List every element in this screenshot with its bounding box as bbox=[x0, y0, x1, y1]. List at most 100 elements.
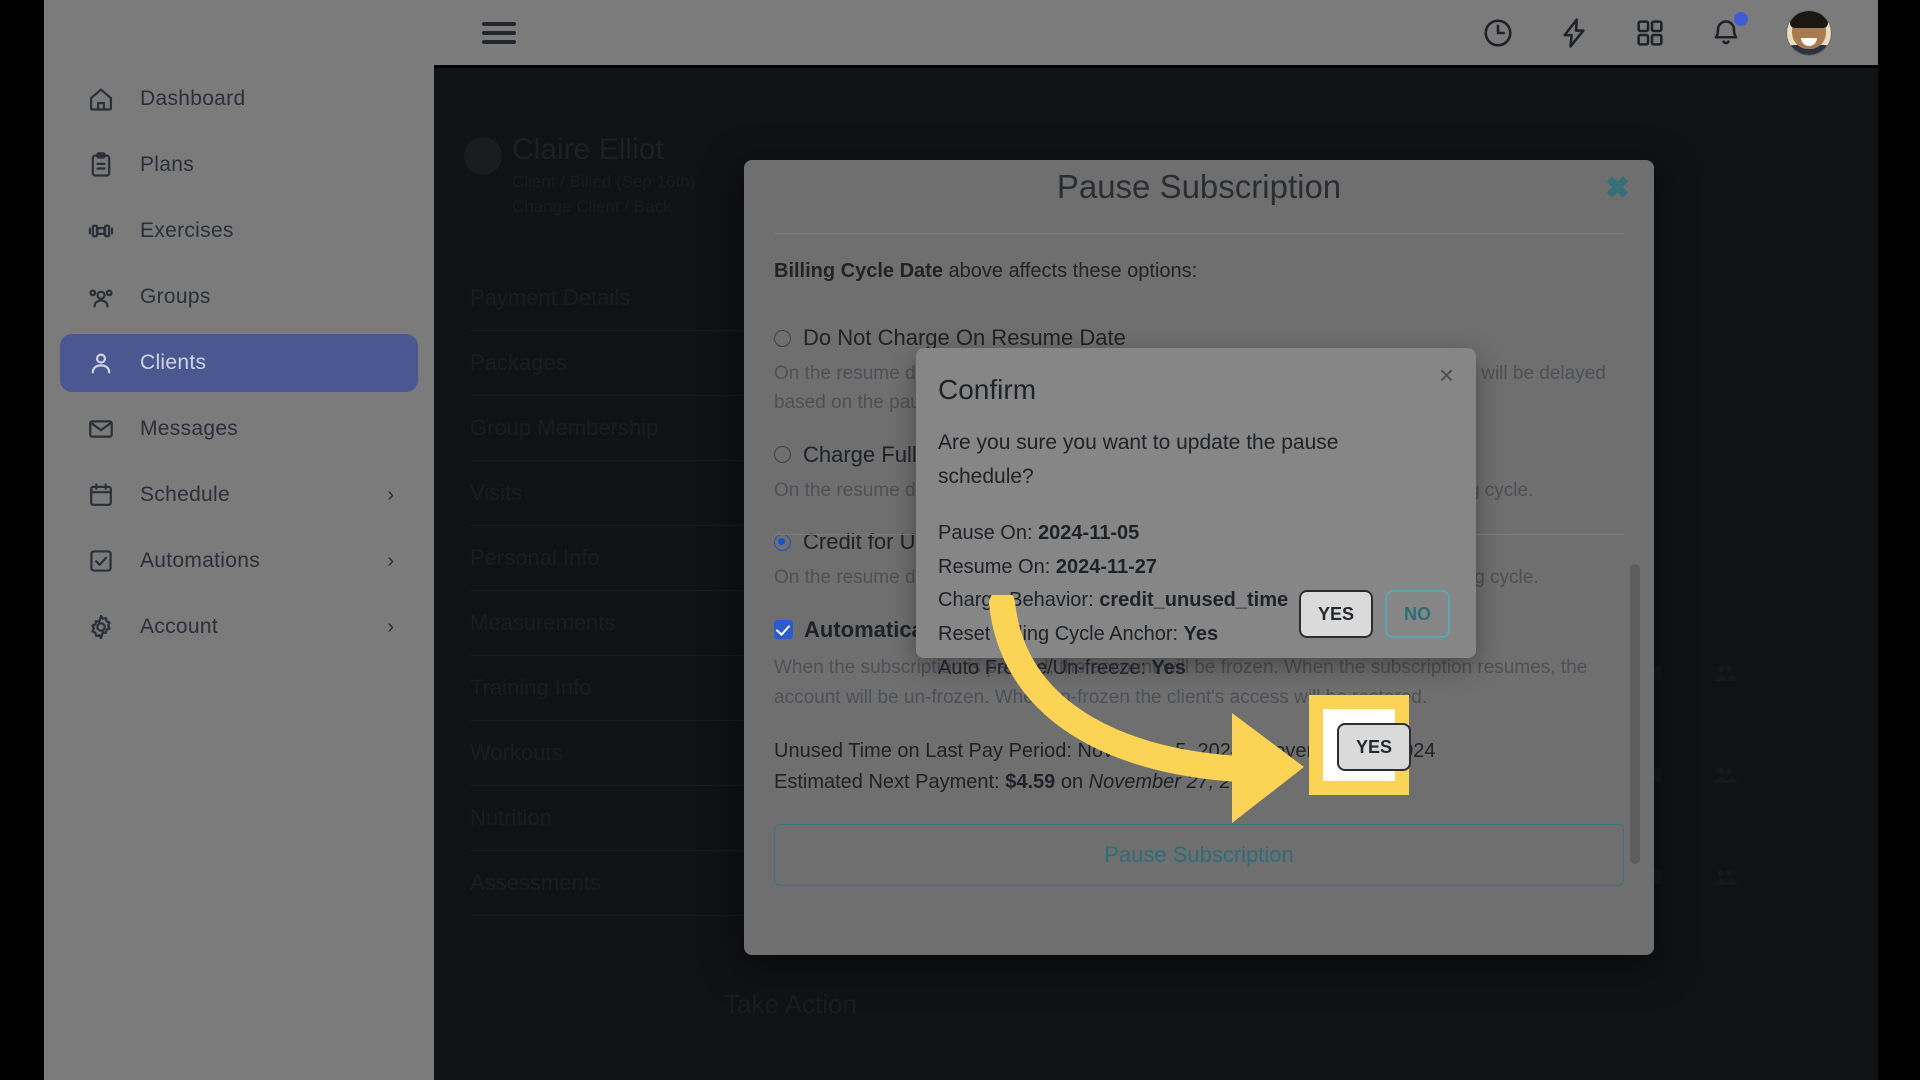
checkbox-icon bbox=[84, 544, 118, 578]
subnav-item[interactable]: Training Info bbox=[470, 656, 770, 721]
no-button[interactable]: NO bbox=[1385, 590, 1450, 638]
hamburger-icon[interactable] bbox=[482, 17, 516, 49]
clipped-text-line bbox=[774, 234, 1624, 250]
sidebar-item-exercises[interactable]: Exercises bbox=[60, 202, 418, 260]
people-icon bbox=[84, 280, 118, 314]
confirm-detail-label: Charge Behavior: bbox=[938, 589, 1100, 612]
confirm-detail-value: 2024-11-05 bbox=[1038, 522, 1140, 545]
sidebar-item-label: Schedule bbox=[140, 483, 230, 506]
hamburger-bar bbox=[482, 39, 516, 44]
confirm-question: Are you sure you want to update the paus… bbox=[938, 431, 1339, 488]
sidebar-item-schedule[interactable]: Schedule › bbox=[60, 466, 418, 524]
client-name: Claire Elliot bbox=[512, 133, 664, 166]
unused-time-line: Unused Time on Last Pay Period: November… bbox=[774, 739, 1436, 762]
close-icon[interactable]: ✖ bbox=[1605, 174, 1630, 204]
clock-icon[interactable] bbox=[1482, 17, 1514, 49]
highlighted-yes-button[interactable]: YES bbox=[1337, 723, 1412, 771]
close-icon[interactable]: × bbox=[1439, 362, 1454, 388]
sidebar-item-automations[interactable]: Automations › bbox=[60, 532, 418, 590]
subnav-item[interactable]: Visits bbox=[470, 461, 770, 526]
sidebar-item-dashboard[interactable]: Dashboard bbox=[60, 70, 418, 128]
confirm-detail-label: Auto Freeze/Un-freeze: bbox=[938, 656, 1152, 679]
chevron-right-icon: › bbox=[387, 550, 394, 572]
radio-button[interactable] bbox=[774, 533, 791, 551]
client-avatar bbox=[464, 137, 502, 175]
notification-dot bbox=[1734, 11, 1748, 26]
avatar-hair bbox=[1790, 10, 1828, 28]
subnav-item[interactable]: Measurements bbox=[470, 591, 770, 656]
sidebar-item-messages[interactable]: Messages bbox=[60, 400, 418, 458]
checkbox-icon[interactable] bbox=[774, 620, 793, 640]
people-icon bbox=[1715, 870, 1737, 885]
confirm-detail-value: Yes bbox=[1151, 656, 1186, 679]
client-header: Claire Elliot Client / Billed (Sep 16th)… bbox=[464, 133, 695, 217]
avatar[interactable] bbox=[1786, 9, 1832, 56]
envelope-icon bbox=[84, 412, 118, 446]
confirm-detail-label: Reset Billing Cycle Anchor: bbox=[938, 622, 1184, 645]
modal-title: Pause Subscription bbox=[1056, 168, 1342, 205]
grid-icon[interactable] bbox=[1634, 17, 1666, 49]
subnav-item[interactable]: Group Membership bbox=[470, 396, 770, 461]
confirm-detail-label: Pause On: bbox=[938, 522, 1039, 545]
modal-header: Pause Subscription ✖ bbox=[744, 160, 1654, 233]
people-icon bbox=[1715, 768, 1737, 783]
next-payment-label: Estimated Next Payment: bbox=[774, 770, 1006, 793]
next-payment-line: Estimated Next Payment: $4.59 on Novembe… bbox=[774, 767, 1624, 798]
sidebar-item-label: Dashboard bbox=[140, 87, 246, 110]
subnav-item[interactable]: Workouts bbox=[470, 721, 770, 786]
confirm-detail-value: 2024-11-27 bbox=[1055, 555, 1158, 578]
people-icon bbox=[1715, 666, 1737, 681]
sidebar-item-plans[interactable]: Plans bbox=[60, 136, 418, 194]
client-subnav: Payment Details Packages Group Membership V… bbox=[470, 266, 770, 916]
sidebar-item-label: Groups bbox=[140, 285, 211, 308]
subnav-item[interactable]: Nutrition bbox=[470, 786, 770, 851]
sidebar: Dashboard Plans Exercises Groups Clients Mess… bbox=[44, 0, 434, 1080]
radio-button[interactable] bbox=[774, 446, 791, 464]
subnav-item[interactable]: Assessments bbox=[470, 851, 770, 916]
sidebar-item-clients[interactable]: Clients bbox=[60, 334, 418, 392]
client-links[interactable]: Change Client / Back bbox=[512, 197, 695, 217]
confirm-detail-row: Auto Freeze/Un-freeze: Yes bbox=[938, 652, 1476, 686]
next-payment-date: November 27, 2024 bbox=[1088, 770, 1265, 793]
subnav-item[interactable]: Payment Details bbox=[470, 266, 770, 331]
sidebar-item-groups[interactable]: Groups bbox=[60, 268, 418, 326]
pause-subscription-button[interactable]: Pause Subscription bbox=[774, 823, 1624, 886]
confirm-detail-value: credit_unused_time bbox=[1099, 589, 1289, 612]
payment-summary: Unused Time on Last Pay Period: November… bbox=[774, 736, 1624, 798]
take-action-heading: Take Action bbox=[724, 989, 857, 1019]
home-icon bbox=[84, 82, 118, 116]
subnav-item[interactable]: Packages bbox=[470, 331, 770, 396]
calendar-icon bbox=[84, 478, 118, 512]
chevron-right-icon: › bbox=[387, 484, 394, 506]
app-frame: Dashboard Plans Exercises Groups Clients Mess… bbox=[44, 0, 1878, 1080]
sidebar-item-label: Clients bbox=[140, 351, 207, 374]
billing-cycle-bold: Billing Cycle Date bbox=[774, 260, 943, 282]
hamburger-bar bbox=[482, 30, 516, 35]
radio-button[interactable] bbox=[774, 329, 791, 347]
subnav-item[interactable]: Personal Info bbox=[470, 526, 770, 591]
person-icon bbox=[84, 346, 118, 380]
gear-icon bbox=[84, 610, 118, 644]
sidebar-item-label: Automations bbox=[140, 549, 261, 572]
modal-scrollbar[interactable] bbox=[1630, 564, 1640, 864]
chevron-right-icon: › bbox=[387, 616, 394, 638]
confirm-detail-label: Resume On: bbox=[938, 555, 1056, 578]
screenshot-root: Dashboard Plans Exercises Groups Clients Mess… bbox=[0, 0, 1920, 1080]
dumbbell-icon bbox=[84, 214, 118, 248]
header-actions bbox=[1482, 9, 1878, 56]
yes-button-highlighted[interactable]: YES bbox=[1337, 723, 1412, 771]
confirm-dialog: × Confirm Are you sure you want to updat… bbox=[916, 348, 1476, 679]
yes-button[interactable]: YES bbox=[1298, 590, 1373, 638]
bell-icon[interactable] bbox=[1710, 11, 1748, 49]
next-payment-amount: $4.59 bbox=[1005, 770, 1056, 793]
billing-cycle-note: Billing Cycle Date above affects these o… bbox=[774, 260, 1624, 283]
lightning-icon[interactable] bbox=[1558, 17, 1590, 49]
sidebar-item-account[interactable]: Account › bbox=[60, 598, 418, 656]
sidebar-item-label: Plans bbox=[140, 153, 195, 176]
confirm-title: Confirm bbox=[938, 374, 1037, 405]
hamburger-bar bbox=[482, 21, 516, 26]
clipboard-icon bbox=[84, 148, 118, 182]
sidebar-item-label: Exercises bbox=[140, 219, 234, 242]
sidebar-nav-list: Dashboard Plans Exercises Groups Clients Mess… bbox=[44, 0, 434, 656]
sidebar-item-label: Messages bbox=[140, 417, 239, 440]
